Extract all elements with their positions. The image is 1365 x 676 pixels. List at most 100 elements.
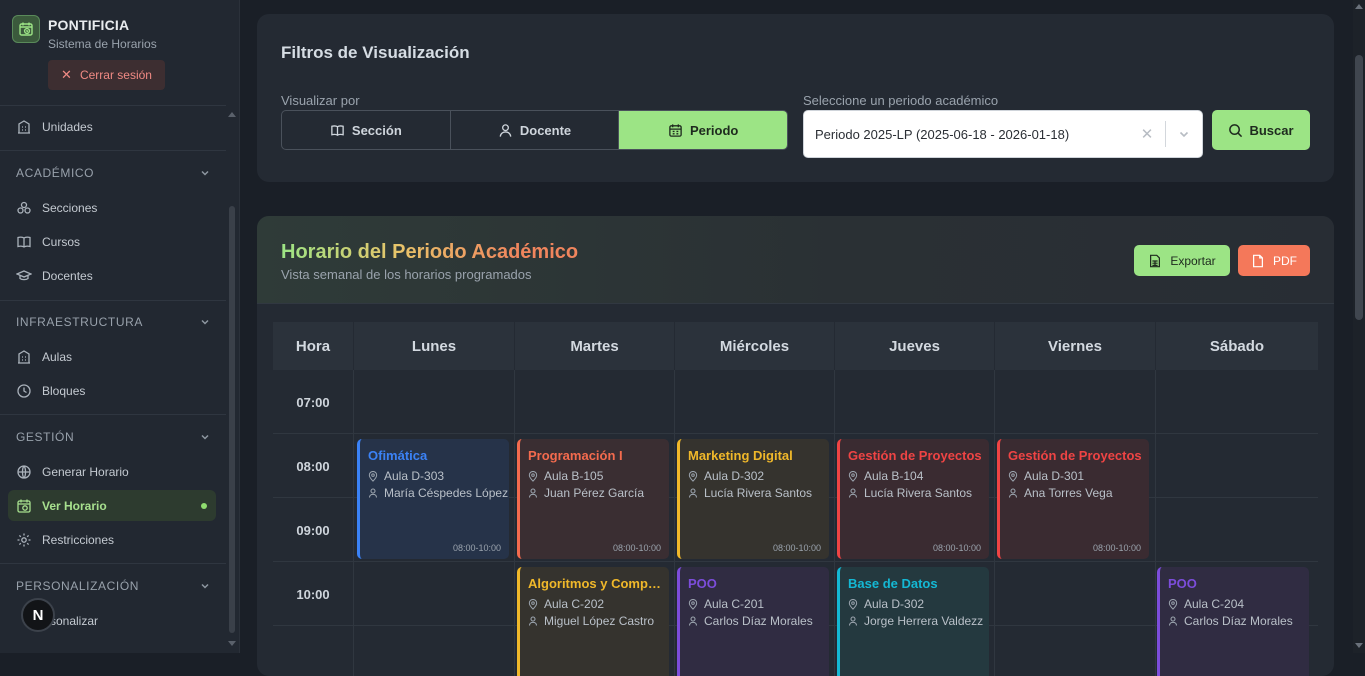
class-event[interactable]: Programación I Aula B-105 Juan Pérez Garcí… [517,439,669,559]
sidebar-scrollbar[interactable] [227,108,237,653]
scroll-thumb[interactable] [1355,55,1363,320]
column-header-hora: Hora [273,322,353,370]
period-select[interactable]: Periodo 2025-LP (2025-06-18 - 2026-01-18… [803,110,1203,158]
hour-label: 10:00 [296,586,330,602]
column-header-day: Miércoles [675,322,834,370]
hour-label: 09:00 [296,522,330,538]
section-gestion[interactable]: GESTIÓN [16,428,210,446]
class-event[interactable]: Marketing Digital Aula D-302 Lucía Rivera … [677,439,829,559]
clock-icon [17,384,31,398]
event-room-text: Aula C-204 [1184,597,1245,611]
sections-icon [17,201,31,214]
calendar-clock-icon [17,499,31,513]
pdf-button[interactable]: PDF [1238,245,1310,276]
class-event[interactable]: Ofimática Aula D-303 María Céspedes López 0… [357,439,509,559]
location-pin-icon [528,598,538,610]
location-pin-icon [528,470,538,482]
logout-button[interactable]: ✕ Cerrar sesión [48,60,165,90]
event-teacher-text: Carlos Díaz Morales [704,614,813,628]
event-room-text: Aula C-201 [704,597,765,611]
sidebar-item-bloques[interactable]: Bloques [16,381,85,401]
event-teacher-text: Ana Torres Vega [1024,486,1113,500]
sidebar-item-unidades[interactable]: Unidades [16,117,93,137]
sidebar-item-cursos[interactable]: Cursos [16,232,80,252]
column-header-day: Martes [515,322,674,370]
graduation-cap-icon [16,270,32,281]
event-room-text: Aula B-105 [544,469,604,483]
event-room: Aula D-302 [848,597,989,611]
sidebar-item-ver-horario[interactable]: Ver Horario [8,490,216,521]
period-select-value: Periodo 2025-LP (2025-06-18 - 2026-01-18… [815,126,1070,142]
clear-icon[interactable]: ✕ [1129,125,1165,143]
event-room: Aula D-303 [368,469,509,483]
event-title: Ofimática [368,448,428,463]
event-time: 08:00-10:00 [772,543,821,553]
sidebar-item-aulas[interactable]: Aulas [16,347,72,367]
user-icon [688,488,698,498]
event-title: Gestión de Proyectos [848,448,982,463]
event-teacher-text: Lucía Rivera Santos [704,486,813,500]
view-option-docente[interactable]: Docente [451,111,620,149]
scroll-down-icon [228,641,236,646]
grid-line [353,370,354,676]
class-event[interactable]: Gestión de Proyectos Aula D-301 Ana Torres… [997,439,1149,559]
view-toggle: Sección Docente Periodo [281,110,788,150]
class-event[interactable]: POO Aula C-201 Carlos Díaz Morales [677,567,829,676]
view-option-periodo[interactable]: Periodo [619,111,787,149]
grid-line [273,433,1318,434]
section-infraestructura[interactable]: INFRAESTRUCTURA [16,313,210,331]
view-option-seccion[interactable]: Sección [282,111,451,149]
scroll-thumb[interactable] [229,206,235,633]
sidebar-item-docentes[interactable]: Docentes [16,266,93,286]
schedule-card: Horario del Periodo Académico Vista sema… [257,216,1334,676]
event-room: Aula C-204 [1168,597,1309,611]
filters-card: Filtros de Visualización Visualizar por … [257,14,1334,182]
user-icon [528,488,538,498]
class-event[interactable]: POO Aula C-204 Carlos Díaz Morales [1157,567,1309,676]
hour-label: 07:00 [296,394,330,410]
calendar-clock-icon [12,15,40,43]
active-indicator [201,503,207,509]
chevron-down-icon [201,583,209,589]
divider [0,300,226,301]
sidebar-item-label: Generar Horario [42,465,129,479]
avatar[interactable]: N [21,598,55,632]
export-button[interactable]: Exportar [1134,245,1230,276]
section-academico[interactable]: ACADÉMICO [16,164,210,182]
location-pin-icon [848,598,858,610]
class-event[interactable]: Gestión de Proyectos Aula B-104 Lucía Rive… [837,439,989,559]
section-personalizacion[interactable]: PERSONALIZACIÓN [16,577,210,595]
sidebar-item-generar-horario[interactable]: Generar Horario [16,462,129,482]
event-title: Algoritmos y Computación [528,576,666,591]
event-room: Aula D-302 [688,469,829,483]
chevron-down-icon[interactable] [1166,128,1202,140]
brand-subtitle: Sistema de Horarios [48,37,157,51]
class-event[interactable]: Base de Datos Aula D-302 Jorge Herrera Val… [837,567,989,676]
grid-line [994,370,995,676]
sidebar-item-label: Secciones [42,201,98,215]
event-title: Programación I [528,448,623,463]
event-room-text: Aula D-301 [1024,469,1085,483]
class-event[interactable]: Algoritmos y Computación Aula C-202 Miguel… [517,567,669,676]
location-pin-icon [368,470,378,482]
event-time: 08:00-10:00 [1092,543,1141,553]
user-icon [528,616,538,626]
event-teacher-text: Lucía Rivera Santos [864,486,973,500]
user-icon [368,488,378,498]
search-button[interactable]: Buscar [1212,110,1310,150]
sidebar-item-label: Unidades [42,120,93,134]
view-option-label: Sección [351,122,402,138]
event-teacher: Carlos Díaz Morales [1168,614,1309,628]
user-icon [1168,616,1178,626]
event-teacher: Carlos Díaz Morales [688,614,829,628]
sidebar-item-secciones[interactable]: Secciones [16,198,97,218]
event-room-text: Aula B-104 [864,469,924,483]
export-label: Exportar [1170,253,1216,268]
event-room: Aula C-202 [528,597,669,611]
close-icon: ✕ [61,67,72,82]
column-header-day: Jueves [835,322,994,370]
page-scrollbar[interactable] [1353,0,1365,653]
sidebar-item-restricciones[interactable]: Restricciones [16,530,114,550]
event-teacher: Lucía Rivera Santos [848,486,989,500]
file-icon [1253,254,1263,267]
